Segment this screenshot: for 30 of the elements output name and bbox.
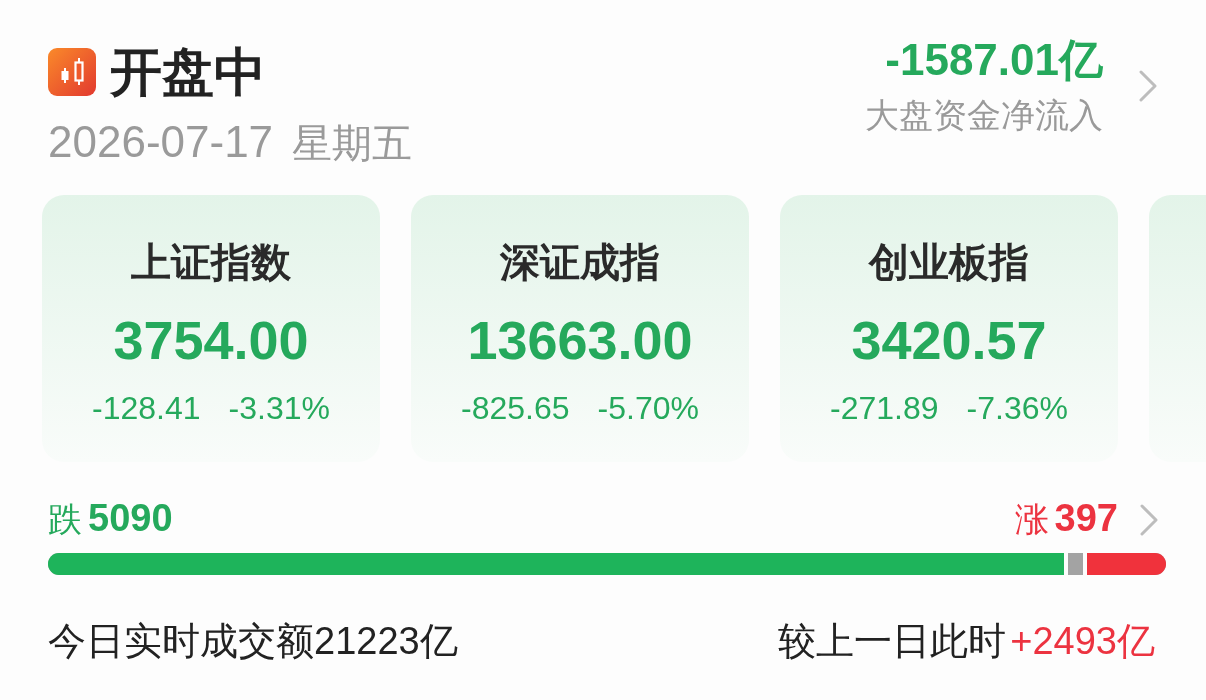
index-card[interactable]: 创业板指 3420.57 -271.89 -7.36% — [780, 195, 1118, 462]
rise-count: 397 — [1054, 497, 1118, 540]
turnover-text: 今日实时成交额21223亿 — [48, 619, 458, 663]
index-value: 13663.00 — [467, 309, 693, 372]
net-flow-label: 大盘资金净流入 — [865, 95, 1103, 135]
index-name: 创业板指 — [869, 239, 1029, 286]
index-value: 3420.57 — [851, 309, 1047, 372]
market-status-title: 开盘中 — [110, 44, 266, 100]
index-card[interactable]: 深证成指 13663.00 -825.65 -5.70% — [411, 195, 749, 462]
index-name: 深证成指 — [500, 239, 660, 286]
index-card[interactable]: 上证指数 3754.00 -128.41 -3.31% — [42, 195, 380, 462]
index-change-percent: -7.36% — [966, 390, 1068, 426]
chevron-right-icon[interactable] — [1140, 504, 1158, 536]
fall-label: 跌 — [48, 499, 82, 540]
index-value: 3754.00 — [113, 309, 309, 372]
weekday-text: 星期五 — [292, 121, 413, 165]
compare-value: +2493亿 — [1010, 619, 1155, 663]
net-flow-value: -1587.01亿 — [885, 36, 1103, 84]
index-change: -128.41 — [92, 390, 201, 426]
compare-label: 较上一日此时 — [778, 619, 1007, 663]
candlestick-icon — [48, 48, 96, 96]
date-text: 2026-07-17 — [48, 120, 274, 164]
rise-label: 涨 — [1014, 499, 1049, 540]
index-change-percent: -3.31% — [228, 390, 330, 426]
index-change-percent: -5.70% — [597, 390, 699, 426]
index-change: -271.89 — [830, 390, 939, 426]
chevron-right-icon[interactable] — [1139, 69, 1157, 102]
index-change: -825.65 — [461, 390, 570, 426]
fall-count: 5090 — [88, 497, 173, 540]
index-name: 上证指数 — [131, 239, 291, 286]
